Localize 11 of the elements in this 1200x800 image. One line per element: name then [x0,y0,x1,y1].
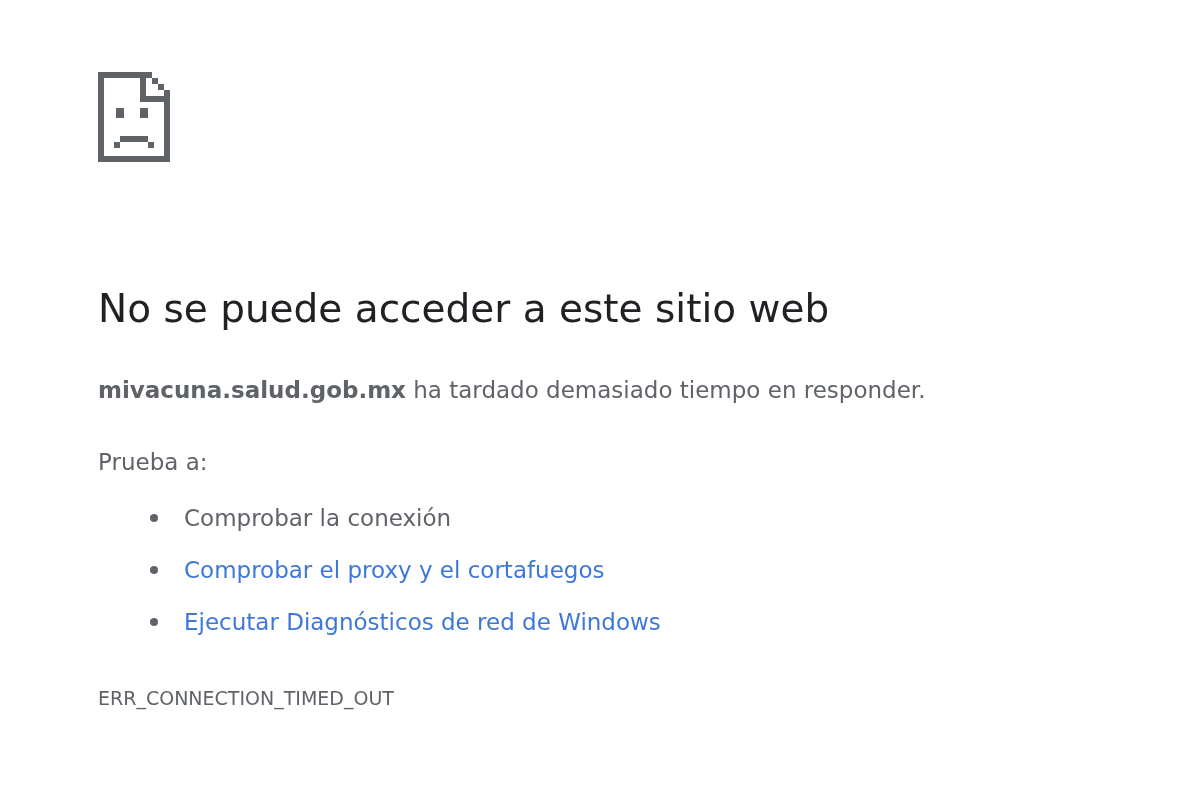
suggestion-text: Comprobar la conexión [184,503,452,533]
error-code: ERR_CONNECTION_TIMED_OUT [98,685,395,712]
bullet-icon [150,513,158,522]
error-message: mivacuna.salud.gob.mx ha tardado demasiado tiempo en responder. [98,375,927,405]
suggestion-link[interactable]: Comprobar el proxy y el cortafuegos [184,552,605,588]
suggestions-label: Prueba a: [98,448,209,478]
bullet-icon [150,617,158,626]
error-heading: No se puede acceder a este sitio web [98,286,831,333]
suggestion-link[interactable]: Ejecutar Diagnósticos de red de Windows [184,604,661,640]
sad-page-icon [98,72,170,162]
bullet-icon [150,565,158,574]
